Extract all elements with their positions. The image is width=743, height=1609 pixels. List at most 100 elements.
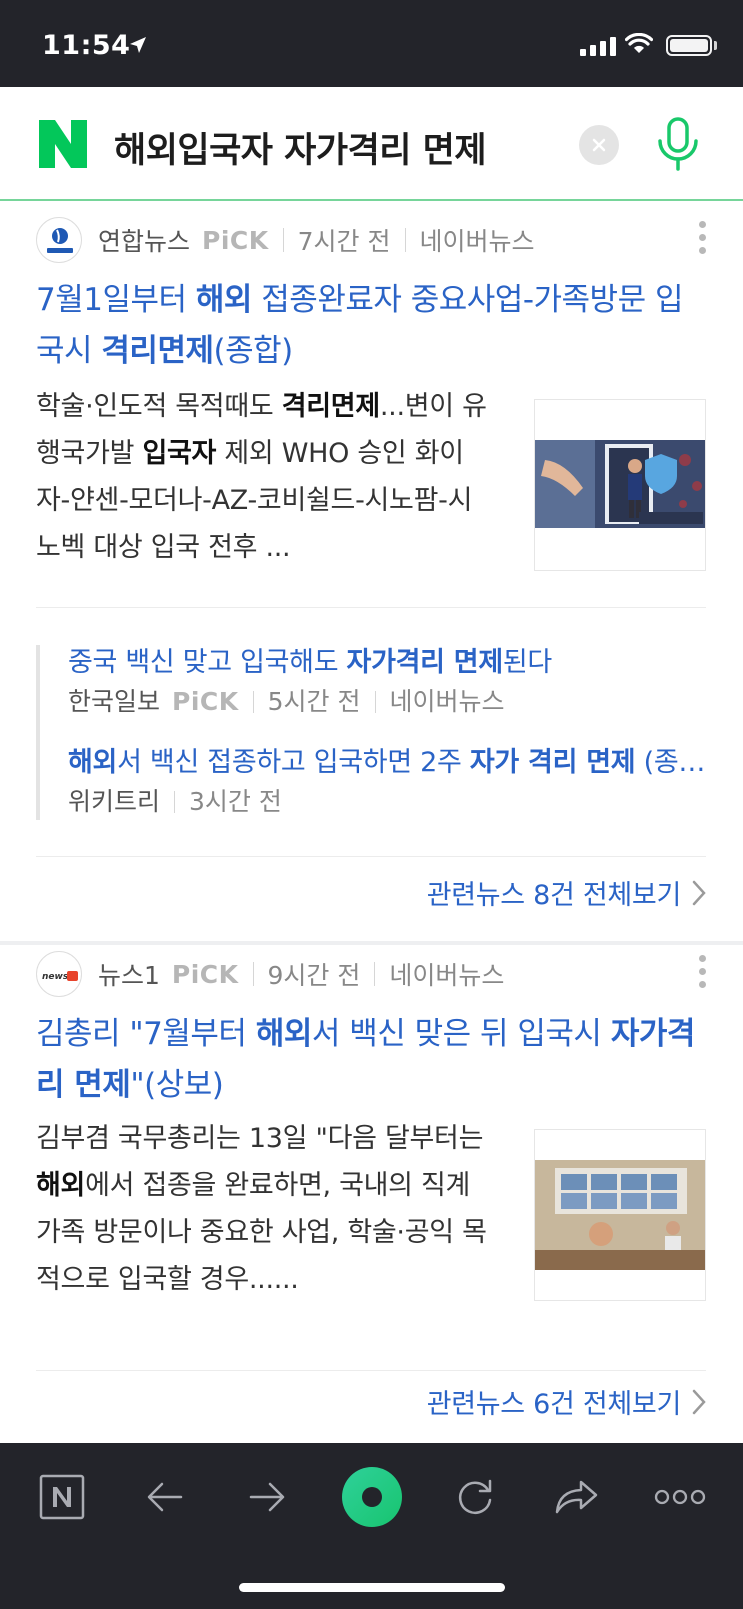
refresh-button[interactable]: [447, 1469, 503, 1525]
chevron-right-icon: [692, 1389, 706, 1414]
separator-line: [36, 607, 706, 608]
article-description[interactable]: 김부겸 국무총리는 13일 "다음 달부터는 해외에서 접종을 완료하면, 국내…: [36, 1115, 494, 1303]
title-text: 된다: [502, 647, 552, 678]
related-news-time: 3시간 전: [189, 787, 282, 816]
related-news-title[interactable]: 중국 백신 맞고 입국해도 자가격리 면제된다: [68, 645, 708, 681]
desc-highlight: 입국자: [142, 438, 217, 469]
desc-text: 김부겸 국무총리는 13일 "다음 달부터는: [36, 1123, 484, 1154]
close-icon: [592, 138, 606, 152]
more-menu-button[interactable]: [652, 1469, 708, 1525]
battery-icon: [666, 35, 712, 56]
title-text: 서 백신 맞은 뒤 입국시: [311, 1016, 611, 1052]
news-card: news 뉴스1 PiCK 9시간 전 네이버뉴스 김총리 "7월부터 해외서 …: [0, 945, 743, 1443]
article-description[interactable]: 학술·인도적 목적때도 격리면제...변이 유행국가발 입국자 제외 WHO 승…: [36, 383, 494, 571]
title-text: (종합): [635, 747, 708, 778]
related-news-source-row: 한국일보 PiCK 5시간 전 네이버뉴스: [68, 685, 708, 719]
wifi-icon: [625, 33, 653, 53]
related-news-source-row: 위키트리 3시간 전: [68, 785, 708, 819]
yonhap-logo[interactable]: [36, 217, 82, 263]
news1-logo[interactable]: news: [36, 951, 82, 997]
naver-logo-icon[interactable]: [39, 120, 87, 168]
title-text: "(상보): [130, 1067, 224, 1103]
see-all-related-news-link[interactable]: 관련뉴스 8건 전체보기: [427, 873, 707, 912]
more-options-icon[interactable]: [697, 955, 707, 995]
chevron-right-icon: [692, 880, 706, 905]
news1-emblem-icon: news: [42, 971, 78, 982]
article-source-row: news 뉴스1 PiCK 9시간 전 네이버뉴스: [36, 951, 504, 997]
naver-news-link[interactable]: 네이버뉴스: [389, 956, 504, 992]
battery-cap: [714, 41, 717, 50]
related-news-source[interactable]: 위키트리: [68, 785, 160, 819]
naver-news-link[interactable]: 네이버뉴스: [420, 222, 535, 258]
divider: [282, 228, 284, 252]
separator-line: [36, 856, 706, 857]
desc-text: 학술·인도적 목적때도: [36, 391, 282, 422]
voice-search-mic-icon[interactable]: [655, 117, 701, 173]
yonhap-emblem-icon: [47, 228, 73, 253]
title-highlight: 해외: [68, 747, 118, 778]
title-text: (종합): [213, 333, 294, 369]
title-highlight: 해외: [255, 1016, 313, 1052]
status-time: 11:54: [42, 30, 131, 61]
related-news-title[interactable]: 해외서 백신 접종하고 입국하면 2주 자가 격리 면제 (종합): [68, 745, 708, 781]
related-news-list: 중국 백신 맞고 입국해도 자가격리 면제된다 한국일보 PiCK 5시간 전 …: [36, 645, 708, 820]
article-source-name[interactable]: 뉴스1: [98, 956, 160, 992]
divider: [252, 691, 254, 713]
naver-news-link[interactable]: 네이버뉴스: [390, 685, 505, 719]
share-button[interactable]: [548, 1469, 604, 1525]
divider: [252, 962, 254, 986]
naver-n-icon: [39, 1474, 85, 1520]
article-source-name[interactable]: 연합뉴스: [98, 222, 190, 258]
green-dot-icon: [342, 1467, 402, 1527]
divider: [174, 791, 176, 813]
arrow-left-icon: [147, 1482, 183, 1512]
title-text: 7월1일부터: [36, 282, 196, 318]
article-title[interactable]: 7월1일부터 해외 접종완료자 중요사업-가족방문 입국시 격리면제(종합): [36, 275, 708, 377]
divider: [374, 962, 376, 986]
related-news-item[interactable]: 중국 백신 맞고 입국해도 자가격리 면제된다 한국일보 PiCK 5시간 전 …: [68, 645, 708, 719]
search-bar: 해외입국자 자가격리 면제: [0, 87, 743, 201]
see-all-label: 관련뉴스 6건 전체보기: [426, 1389, 682, 1420]
clear-search-button[interactable]: [579, 125, 619, 165]
related-news-time: 5시간 전: [267, 687, 361, 716]
title-text: 서 백신 접종하고 입국하면 2주: [117, 747, 470, 778]
vaccine-door-image: [535, 400, 705, 570]
svg-text:news: news: [42, 972, 69, 982]
title-highlight: 자가격리 면제: [346, 647, 504, 678]
article-thumbnail[interactable]: [534, 399, 706, 571]
desc-text: 에서 접종을 완료하면, 국내의 직계가족 방문이나 중요한 사업, 학술·공익…: [36, 1170, 487, 1295]
divider: [374, 691, 376, 713]
pick-badge: PiCK: [171, 959, 239, 989]
see-all-related-news-link[interactable]: 관련뉴스 6건 전체보기: [427, 1382, 707, 1421]
briefing-photo-image: [535, 1130, 705, 1300]
desc-highlight: 격리면제: [281, 391, 380, 422]
related-news-source[interactable]: 한국일보: [68, 685, 160, 719]
divider: [404, 228, 406, 252]
status-bar: 11:54: [0, 0, 743, 87]
home-indicator[interactable]: [239, 1583, 505, 1592]
desc-highlight: 해외: [36, 1170, 86, 1201]
article-source-row: 연합뉴스 PiCK 7시간 전 네이버뉴스: [36, 217, 535, 263]
arrow-right-icon: [249, 1482, 285, 1512]
pick-badge: PiCK: [202, 225, 269, 255]
forward-button[interactable]: [239, 1469, 295, 1525]
see-all-label: 관련뉴스 8건 전체보기: [426, 880, 682, 911]
green-dot-button[interactable]: [338, 1463, 406, 1531]
related-news-item[interactable]: 해외서 백신 접종하고 입국하면 2주 자가 격리 면제 (종합) 위키트리 3…: [68, 745, 708, 819]
separator-line: [36, 1370, 706, 1371]
more-horizontal-icon: [654, 1489, 706, 1505]
news-card: 연합뉴스 PiCK 7시간 전 네이버뉴스 7월1일부터 해외 접종완료자 중요…: [0, 203, 743, 943]
title-text: 김총리 "7월부터: [36, 1016, 256, 1052]
cellular-signal-icon: [580, 37, 616, 56]
title-highlight: 자가 격리 면제: [469, 747, 636, 778]
back-button[interactable]: [137, 1469, 193, 1525]
more-options-icon[interactable]: [697, 221, 707, 261]
search-input[interactable]: 해외입국자 자가격리 면제: [114, 122, 487, 173]
article-title[interactable]: 김총리 "7월부터 해외서 백신 맞은 뒤 입국시 자가격리 면제"(상보): [36, 1009, 708, 1111]
title-highlight: 해외: [195, 282, 253, 318]
share-icon: [555, 1480, 598, 1514]
location-arrow-icon: [130, 37, 146, 53]
article-thumbnail[interactable]: [534, 1129, 706, 1301]
search-results: 연합뉴스 PiCK 7시간 전 네이버뉴스 7월1일부터 해외 접종완료자 중요…: [0, 203, 743, 1443]
naver-home-button[interactable]: [34, 1469, 90, 1525]
